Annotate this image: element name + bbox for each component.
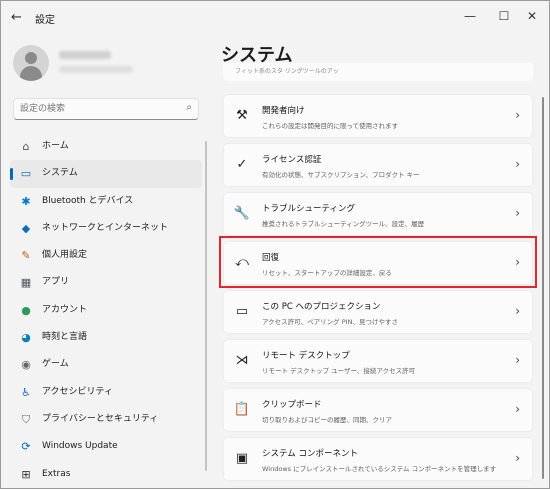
sidebar-item-12[interactable]: ⊞ Extras (10, 461, 202, 488)
sidebar-item-label: ネットワークとインターネット (42, 222, 169, 233)
sidebar-item-label: 時刻と言語 (42, 332, 88, 343)
search-input[interactable] (20, 102, 180, 116)
sidebar-item-label: Windows Update (42, 441, 118, 452)
card-title: 開発者向け (262, 106, 305, 116)
chevron-right-icon: › (515, 353, 520, 367)
search-icon[interactable]: ⌕ (186, 102, 192, 113)
settings-card[interactable]: ▣ システム コンポーネント Windows にプレインストールされているシステム … (223, 437, 533, 481)
projection-icon: ▭ (235, 304, 249, 319)
sidebar-item-1[interactable]: ▭ システム (10, 160, 202, 188)
chevron-right-icon: › (515, 451, 520, 465)
sidebar-item-label: ゲーム (42, 359, 69, 370)
update-icon: ⟳ (21, 440, 31, 454)
extras-icon: ⊞ (21, 467, 31, 481)
back-arrow-icon[interactable]: ← (11, 10, 22, 25)
apps-icon: ▦ (20, 276, 32, 290)
sidebar-item-10[interactable]: ⛉ プライバシーとセキュリティ (10, 406, 202, 433)
card-subtitle: 推奨されるトラブルシューティングツール、設定、履歴 (262, 220, 425, 228)
minimize-icon[interactable]: — (453, 5, 487, 27)
settings-card[interactable]: ⋊ リモート デスクトップリモート デスクトップ ユーザー、接続アクセス許可 › (223, 339, 533, 383)
system-component-icon: ▣ (235, 451, 249, 466)
globe-clock-icon: ◕ (21, 331, 31, 345)
sidebar-item-label: アクセシビリティ (42, 386, 114, 397)
settings-card[interactable]: 🔧 トラブルシューティング推奨されるトラブルシューティングツール、設定、履歴 › (223, 192, 533, 236)
remote-desktop-icon: ⋊ (235, 353, 249, 368)
user-name-blurred (59, 51, 111, 59)
sidebar-item-5[interactable]: ▦ アプリ (10, 269, 202, 296)
main-scrollbar[interactable] (542, 97, 544, 479)
sidebar-item-9[interactable]: ♿ アクセシビリティ (10, 379, 202, 406)
check-circle-icon: ✓ (236, 157, 248, 172)
title-bar: ← 設定 — ☐ ✕ (1, 1, 549, 33)
card-subtitle: Windows にプレインストールされているシステム コンポーネントを管理します (262, 465, 497, 473)
accessibility-icon: ♿ (21, 385, 31, 399)
card-title: システム コンポーネント (262, 449, 358, 459)
card-subtitle: これらの設定は開発目的に限って使用されます (262, 122, 399, 130)
developer-tools-icon: ⚒ (236, 108, 248, 123)
sidebar-item-label: アカウント (42, 304, 88, 315)
sidebar-item-label: Bluetooth とデバイス (42, 195, 134, 206)
sidebar-item-11[interactable]: ⟳ Windows Update (10, 433, 202, 460)
sidebar-item-2[interactable]: ✱ Bluetooth とデバイス (10, 188, 202, 215)
sidebar-item-label: Extras (42, 468, 71, 479)
settings-card[interactable]: ▭ この PC へのプロジェクションアクセス許可、ペアリング PIN、見つけやすさ… (223, 290, 533, 334)
card-subtitle: リモート デスクトップ ユーザー、接続アクセス許可 (262, 367, 416, 375)
window-title: 設定 (35, 15, 55, 26)
sidebar-item-label: システム (42, 168, 78, 179)
avatar[interactable] (13, 45, 49, 81)
bluetooth-icon: ✱ (21, 194, 31, 208)
recovery-highlight-box (219, 236, 537, 288)
account-icon: ● (21, 303, 31, 317)
card-subtitle: アクセス許可、ペアリング PIN、見つけやすさ (262, 318, 398, 326)
chevron-right-icon: › (515, 157, 520, 171)
sidebar-item-0[interactable]: ⌂ ホーム (10, 133, 202, 160)
card-subtitle: 有効化の状態、サブスクリプション、プロダクト キー (262, 171, 420, 179)
chevron-right-icon: › (515, 304, 520, 318)
wifi-icon: ◆ (21, 221, 31, 235)
sidebar-nav: ⌂ ホーム ▭ システム ✱ Bluetooth とデバイス ◆ ネットワークとインターネット… (10, 133, 202, 488)
sidebar-item-3[interactable]: ◆ ネットワークとインターネット (10, 215, 202, 242)
selection-indicator (10, 168, 13, 181)
home-icon: ⌂ (22, 140, 30, 153)
sidebar-item-label: ホーム (42, 141, 69, 151)
user-email-blurred (59, 66, 133, 73)
wrench-icon: 🔧 (233, 206, 251, 221)
card-title: この PC へのプロジェクション (262, 302, 381, 312)
settings-card[interactable]: ⚒ 開発者向けこれらの設定は開発目的に限って使用されます › (223, 94, 533, 138)
clipboard-icon: 📋 (233, 402, 251, 417)
close-icon[interactable]: ✕ (515, 5, 549, 27)
settings-card[interactable]: 📋 クリップボード切り取りおよびコピーの履歴、同期、クリア › (223, 388, 533, 432)
shield-icon: ⛉ (21, 412, 31, 426)
brush-icon: ✎ (21, 249, 31, 263)
sidebar-item-7[interactable]: ◕ 時刻と言語 (10, 324, 202, 351)
card-title: リモート デスクトップ (262, 351, 350, 361)
sidebar-item-label: 個人用設定 (42, 250, 88, 261)
card-title: クリップボード (262, 400, 322, 410)
sidebar-item-6[interactable]: ● アカウント (10, 297, 202, 324)
search-box[interactable]: ⌕ (13, 98, 199, 120)
card-title: トラブルシューティング (262, 204, 355, 214)
sidebar-item-label: アプリ (42, 277, 70, 288)
sidebar-item-4[interactable]: ✎ 個人用設定 (10, 242, 202, 269)
monitor-icon: ▭ (20, 167, 32, 181)
partial-card[interactable]: フィット系のスタ リングツールのアッ (223, 63, 533, 81)
chevron-right-icon: › (515, 206, 520, 220)
sidebar-item-8[interactable]: ◉ ゲーム (10, 351, 202, 378)
chevron-right-icon: › (515, 402, 520, 416)
chevron-right-icon: › (515, 108, 520, 122)
settings-card[interactable]: ✓ ライセンス認証有効化の状態、サブスクリプション、プロダクト キー › (223, 143, 533, 187)
sidebar-scrollbar[interactable] (205, 141, 207, 471)
card-title: ライセンス認証 (262, 155, 322, 165)
sidebar-item-label: プライバシーとセキュリティ (42, 413, 159, 424)
card-subtitle: 切り取りおよびコピーの履歴、同期、クリア (262, 416, 392, 424)
game-controller-icon: ◉ (21, 358, 31, 372)
